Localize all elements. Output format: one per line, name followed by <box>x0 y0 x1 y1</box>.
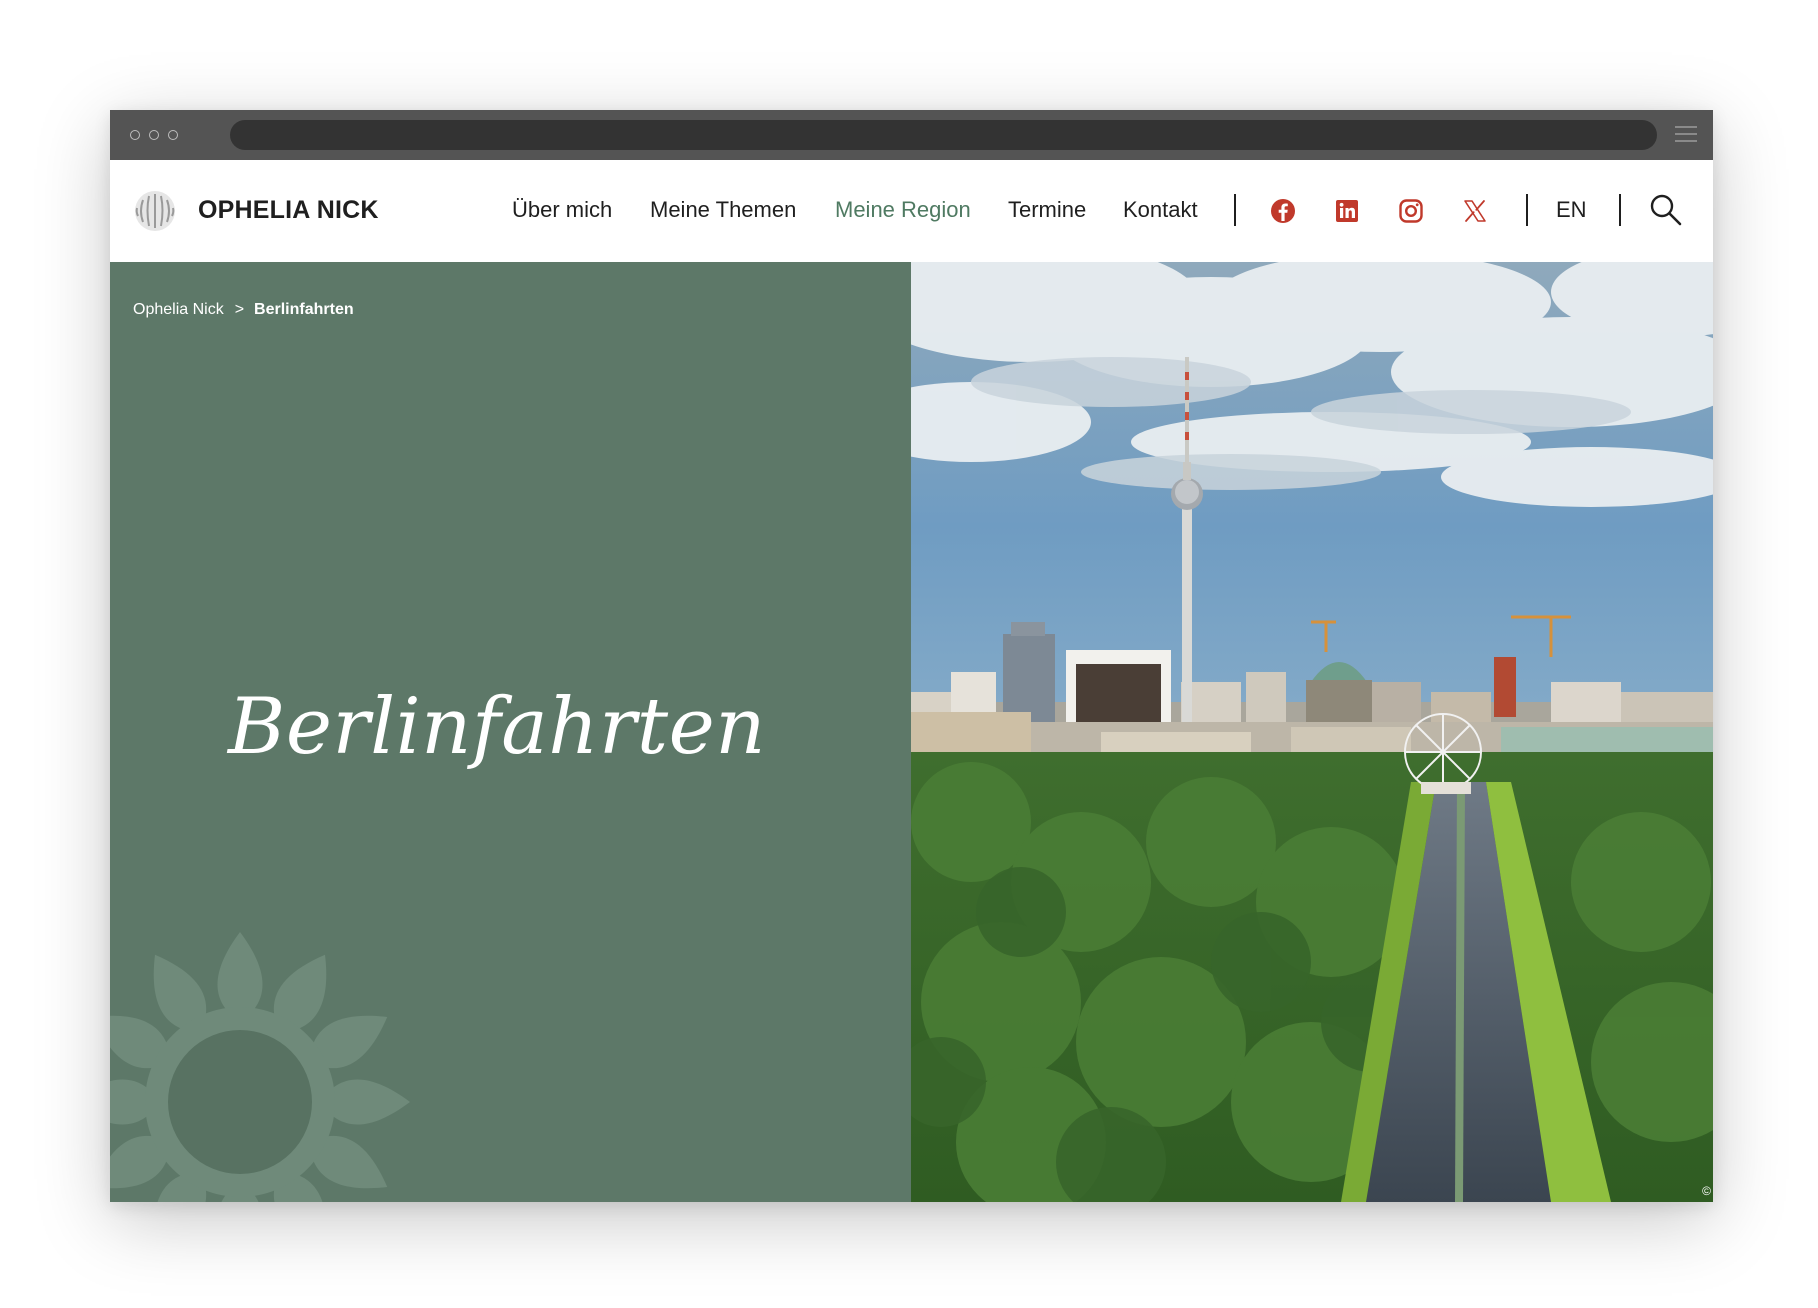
nav-item-meine-themen[interactable]: Meine Themen <box>650 197 796 223</box>
breadcrumb-home-link[interactable]: Ophelia Nick <box>133 301 224 318</box>
language-switch[interactable]: EN <box>1556 197 1587 223</box>
browser-chrome <box>110 110 1713 160</box>
site-name[interactable]: OPHELIA NICK <box>198 196 379 225</box>
window-dot-maximize[interactable] <box>168 130 178 140</box>
sunflower-icon <box>110 932 410 1202</box>
nav-item-kontakt[interactable]: Kontakt <box>1123 197 1198 223</box>
hero-text-panel: Ophelia Nick > Berlinfahrten Berlinfahrten <box>110 262 911 1202</box>
breadcrumb-separator: > <box>234 301 245 318</box>
nav-item-uber-mich[interactable]: Über mich <box>512 197 612 223</box>
nav-divider <box>1526 194 1528 226</box>
image-copyright[interactable]: © <box>1702 1184 1711 1198</box>
breadcrumb-current: Berlinfahrten <box>254 301 354 318</box>
window-dot-minimize[interactable] <box>149 130 159 140</box>
browser-window: OPHELIA NICK Über mich Meine Themen Mein… <box>110 110 1713 1202</box>
x-icon[interactable] <box>1461 197 1489 225</box>
browser-menu-icon[interactable] <box>1675 126 1697 144</box>
site-header: OPHELIA NICK Über mich Meine Themen Mein… <box>110 160 1713 262</box>
nav-item-meine-region[interactable]: Meine Region <box>835 197 971 223</box>
nav-item-termine[interactable]: Termine <box>1008 197 1086 223</box>
facebook-icon[interactable] <box>1269 197 1297 225</box>
search-icon[interactable] <box>1648 192 1684 228</box>
hero-image-berlin-skyline: © <box>911 262 1713 1202</box>
nav-divider <box>1234 194 1236 226</box>
nav-divider <box>1619 194 1621 226</box>
address-bar[interactable] <box>230 120 1657 150</box>
linkedin-icon[interactable] <box>1333 197 1361 225</box>
instagram-icon[interactable] <box>1397 197 1425 225</box>
page-title: Berlinfahrten <box>228 682 767 772</box>
breadcrumb: Ophelia Nick > Berlinfahrten <box>133 301 354 319</box>
bundestag-eagle-logo[interactable] <box>132 188 178 234</box>
window-dot-close[interactable] <box>130 130 140 140</box>
